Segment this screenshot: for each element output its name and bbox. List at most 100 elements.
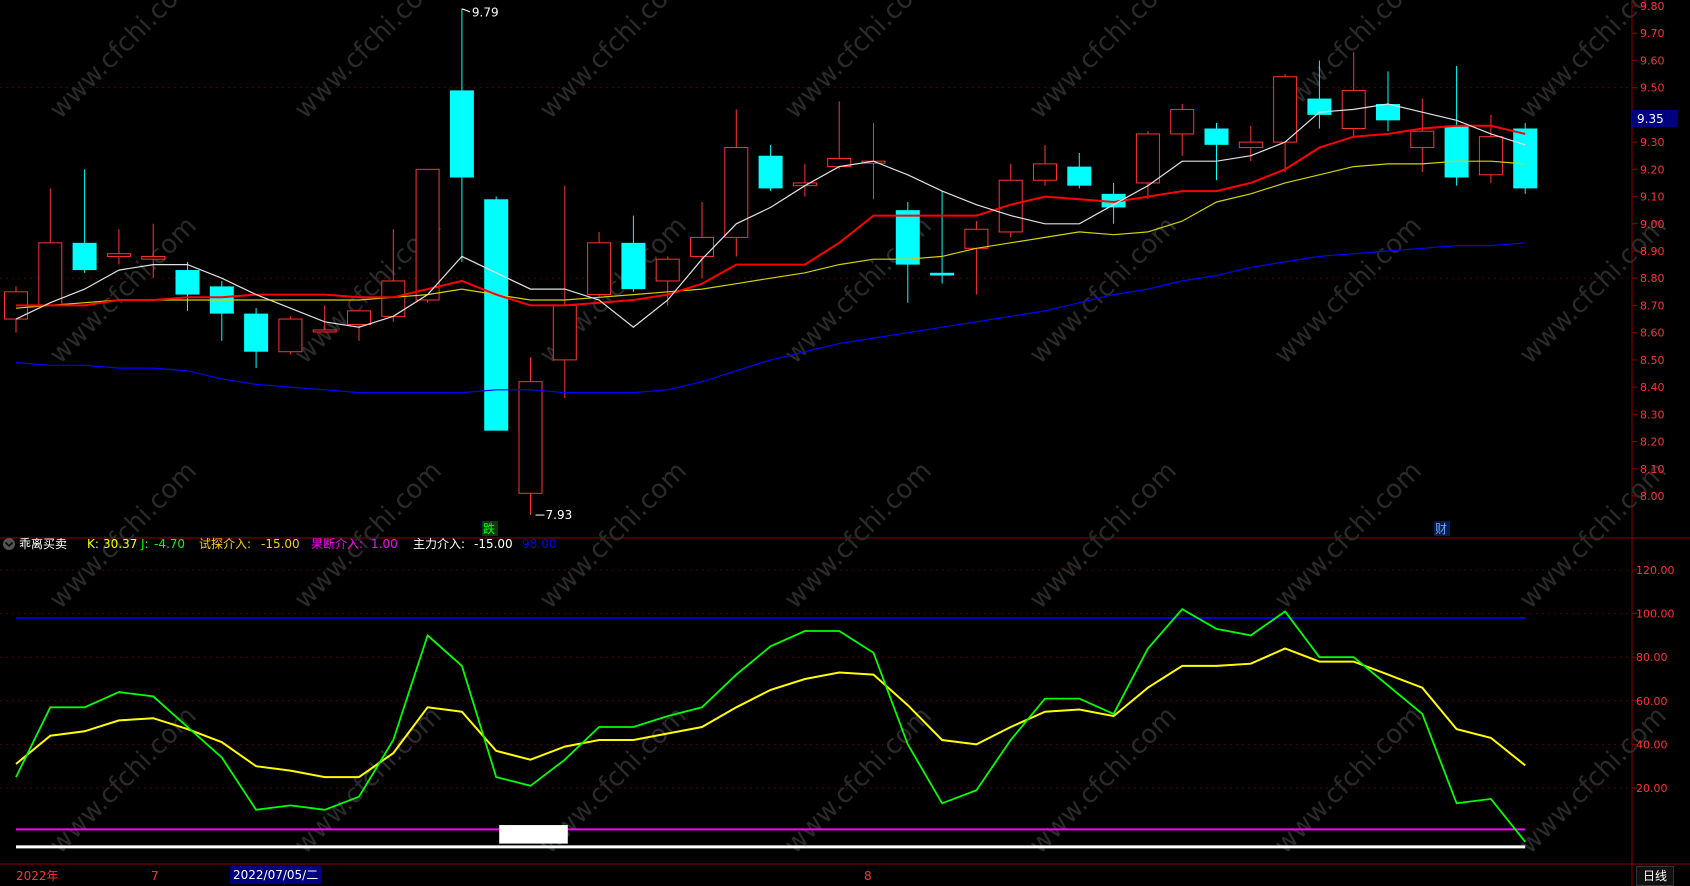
- low-marker: 7.93: [546, 508, 573, 522]
- candle[interactable]: [1067, 153, 1092, 189]
- candle[interactable]: [518, 357, 543, 516]
- watermark-text: www.cfchi.com: [44, 701, 203, 860]
- signal-block: [499, 825, 568, 844]
- candle[interactable]: [1170, 104, 1195, 156]
- candle[interactable]: [4, 286, 28, 333]
- candle[interactable]: [38, 188, 63, 306]
- tab-daily[interactable]: 日线: [1636, 866, 1675, 886]
- candle-body: [1238, 141, 1263, 149]
- level-value: 98.00: [522, 537, 556, 551]
- candle-body: [141, 255, 166, 260]
- price-axis: 9.809.709.609.509.409.309.209.109.008.90…: [1632, 0, 1665, 503]
- watermark-text: www.cfchi.com: [1514, 211, 1673, 370]
- candle[interactable]: [930, 191, 955, 284]
- candle[interactable]: [106, 229, 131, 265]
- candle[interactable]: [1135, 131, 1160, 200]
- watermark-text: www.cfchi.com: [779, 456, 938, 615]
- stock-chart[interactable]: www.cfchi.com www.cfchi.com www.cfchi.com w…: [0, 0, 1690, 886]
- candle-body: [1513, 128, 1538, 189]
- price-tick-label: 8.10: [1640, 463, 1665, 476]
- collapse-icon[interactable]: [3, 538, 15, 550]
- candle-body: [552, 304, 577, 361]
- candle[interactable]: [244, 308, 269, 369]
- candle-body: [655, 258, 680, 282]
- indicator-tick-label: 80.00: [1636, 651, 1668, 664]
- price-tick-label: 9.30: [1640, 136, 1665, 149]
- tag-cai[interactable]: 财: [1435, 522, 1447, 536]
- candle-body: [1444, 125, 1469, 178]
- candle-body: [484, 199, 509, 431]
- main-label: 主力介入:: [413, 537, 465, 551]
- price-tick-label: 9.70: [1640, 27, 1665, 40]
- candle-body: [1273, 76, 1298, 143]
- candle[interactable]: [1376, 71, 1400, 132]
- price-tick-label: 8.40: [1640, 381, 1665, 394]
- watermark-text: www.cfchi.com: [779, 701, 938, 860]
- indicator-tick-label: 20.00: [1636, 782, 1668, 795]
- candle-body: [278, 318, 303, 353]
- watermark-text: www.cfchi.com: [1269, 456, 1428, 615]
- candle[interactable]: [72, 169, 97, 273]
- candle[interactable]: [895, 202, 920, 303]
- trial-label: 试探介入:: [199, 536, 251, 551]
- candle[interactable]: [792, 163, 817, 197]
- j-line: [15, 608, 1526, 843]
- candle[interactable]: [1033, 144, 1057, 186]
- watermark-text: www.cfchi.com: [1269, 701, 1428, 860]
- candle-body: [964, 228, 989, 249]
- candle-body: [38, 242, 63, 306]
- price-tick-label: 9.50: [1640, 82, 1665, 95]
- candle[interactable]: [724, 109, 749, 257]
- candle[interactable]: [998, 163, 1023, 238]
- watermark-text: www.cfchi.com: [1514, 456, 1673, 615]
- candle[interactable]: [1101, 182, 1126, 224]
- indicator-tick-label: 40.00: [1636, 738, 1668, 751]
- candle[interactable]: [964, 221, 989, 295]
- candle[interactable]: [175, 261, 200, 311]
- indicator-tick-label: 120.00: [1636, 564, 1675, 577]
- candle[interactable]: [690, 202, 714, 279]
- k-label: K:: [87, 537, 99, 551]
- candle[interactable]: [1204, 123, 1229, 181]
- watermark-text: www.cfchi.com: [44, 456, 203, 615]
- candle-body: [758, 155, 783, 189]
- price-tick-label: 8.80: [1640, 272, 1665, 285]
- price-tick-label: 9.00: [1640, 218, 1665, 231]
- candle[interactable]: [1410, 98, 1435, 173]
- decisive-value: 1.00: [371, 537, 398, 551]
- watermark-text: www.cfchi.com: [1024, 211, 1183, 370]
- candle[interactable]: [587, 231, 612, 298]
- price-tick-label: 8.50: [1640, 354, 1665, 367]
- selected-date: 2022/07/05/二: [230, 866, 322, 884]
- candle-body: [72, 242, 97, 271]
- candle[interactable]: [484, 196, 509, 431]
- watermark-text: www.cfchi.com: [1269, 211, 1428, 370]
- candle-body: [1478, 136, 1503, 176]
- candle[interactable]: [621, 215, 646, 292]
- candle-body: [930, 272, 955, 276]
- candle[interactable]: [655, 256, 680, 306]
- indicator-tick-label: 100.00: [1636, 608, 1675, 621]
- price-tick-label: 8.60: [1640, 327, 1665, 340]
- watermark-text: www.cfchi.com: [44, 0, 203, 125]
- candle[interactable]: [827, 101, 852, 170]
- main-value: -15.00: [474, 537, 513, 551]
- indicator-axis: 120.00 100.00 80.00 60.00 40.00 20.00: [1632, 564, 1675, 795]
- candle-body: [106, 253, 131, 257]
- candle[interactable]: [209, 280, 234, 341]
- candle-body: [312, 329, 337, 333]
- candle[interactable]: [278, 316, 303, 355]
- watermark-text: www.cfchi.com: [534, 456, 693, 615]
- candle-body: [1033, 163, 1057, 181]
- tag-die[interactable]: 跌: [483, 521, 495, 536]
- candle-body: [244, 313, 269, 352]
- indicator-tick-label: 60.00: [1636, 695, 1668, 708]
- candle[interactable]: [415, 168, 440, 303]
- price-tick-label: 8.90: [1640, 245, 1665, 258]
- candle[interactable]: [449, 8, 474, 262]
- watermark-text: www.cfchi.com: [1514, 701, 1673, 860]
- watermark-text: www.cfchi.com: [289, 0, 448, 125]
- candle[interactable]: [1273, 74, 1298, 173]
- watermark-text: www.cfchi.com: [1024, 456, 1183, 615]
- candle[interactable]: [758, 144, 783, 192]
